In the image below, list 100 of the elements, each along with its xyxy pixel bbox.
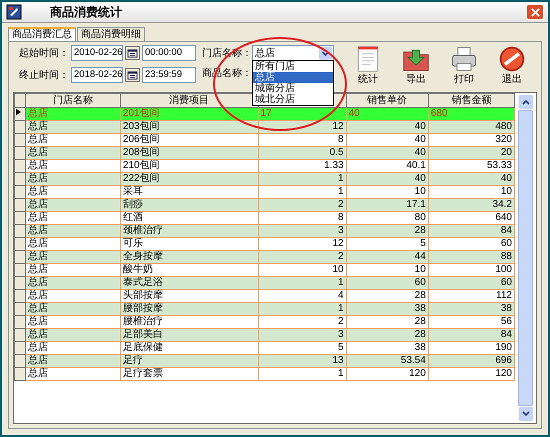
field-label: 起始时间：: [19, 46, 69, 60]
table-cell: 总店: [25, 120, 120, 134]
time-field[interactable]: 00:00:00: [142, 45, 196, 61]
table-cell: 680: [428, 108, 514, 120]
printer-icon: [450, 45, 478, 73]
table-cell: 总店: [25, 276, 120, 290]
toolbar-button[interactable]: 退出: [488, 45, 536, 86]
table-cell: 84: [428, 224, 514, 238]
field-label: 终止时间：: [19, 68, 69, 82]
table-cell: 1: [258, 276, 346, 290]
scroll-down-icon[interactable]: [518, 407, 532, 421]
table-cell: 全身按摩: [120, 250, 258, 264]
tab[interactable]: 商品消费明细: [77, 27, 145, 41]
scrollbar[interactable]: [518, 95, 533, 421]
table-cell: 480: [428, 120, 514, 134]
table-cell: 总店: [25, 146, 120, 160]
toolbar-button[interactable]: 统计: [344, 45, 392, 86]
date-field[interactable]: 2010-02-26: [71, 45, 123, 61]
column-header[interactable]: 销售金额: [428, 94, 514, 108]
table-cell: 总店: [25, 250, 120, 264]
table-row[interactable]: 总店 222包间 1 40 40: [14, 172, 514, 186]
table-cell: 44: [346, 250, 428, 264]
table-cell: 28: [346, 328, 428, 342]
table-cell: 刮痧: [120, 198, 258, 212]
table-cell: 1: [258, 368, 346, 380]
table-cell: 2: [258, 250, 346, 264]
table-cell: 88: [428, 250, 514, 264]
toolbar-button[interactable]: 打印: [440, 45, 488, 86]
store-dropdown[interactable]: 总店: [252, 45, 334, 61]
table-cell: 总店: [25, 354, 120, 368]
calendar-button[interactable]: [125, 68, 140, 82]
calendar-button[interactable]: [125, 46, 140, 60]
table-cell: 3: [258, 224, 346, 238]
table-cell: 1: [258, 172, 346, 186]
scroll-up-icon[interactable]: [518, 95, 532, 109]
table-cell: 696: [428, 354, 514, 368]
no-entry-icon: [498, 45, 526, 73]
table-cell: 20: [428, 146, 514, 160]
table-cell: 总店: [25, 328, 120, 342]
column-header[interactable]: 门店名称: [25, 94, 120, 108]
table-cell: 17.1: [346, 198, 428, 212]
table-row[interactable]: 总店 203包间 12 40 480: [14, 120, 514, 134]
table-row[interactable]: 总店 足疗套票 1 120 120: [14, 368, 514, 380]
table-cell: 腰部按摩: [120, 302, 258, 316]
table-cell: 40: [346, 120, 428, 134]
row-pointer-icon: [16, 108, 21, 116]
close-icon: [530, 8, 540, 16]
app-icon: [6, 4, 22, 20]
table-cell: 38: [428, 302, 514, 316]
table-cell: 3: [258, 328, 346, 342]
table-cell: 222包间: [120, 172, 258, 186]
date-field[interactable]: 2018-02-26: [71, 67, 123, 83]
table-row[interactable]: 总店 全身按摩 2 44 88: [14, 250, 514, 264]
table-cell: 203包间: [120, 120, 258, 134]
table-row[interactable]: 总店 刮痧 2 17.1 34.2: [14, 198, 514, 212]
close-button[interactable]: [526, 4, 544, 20]
table-row[interactable]: 总店 颈椎治疗 3 28 84: [14, 224, 514, 238]
table-cell: 53.54: [346, 354, 428, 368]
table-cell: 总店: [25, 302, 120, 316]
table-cell: 84: [428, 328, 514, 342]
table-cell: 40: [346, 146, 428, 160]
tab[interactable]: 商品消费汇总: [8, 27, 76, 41]
table-row[interactable]: 总店 208包间 0.5 40 20: [14, 146, 514, 160]
table-cell: 60: [428, 276, 514, 290]
table-cell: 总店: [25, 224, 120, 238]
table-cell: 总店: [25, 108, 120, 120]
dropdown-option[interactable]: 城南分店: [253, 83, 333, 94]
table-cell: 208包间: [120, 146, 258, 160]
table-cell: 颈椎治疗: [120, 224, 258, 238]
dropdown-option[interactable]: 总店: [253, 72, 333, 83]
column-header[interactable]: 销售单价: [346, 94, 428, 108]
table-cell: 38: [346, 302, 428, 316]
table-cell: 13: [258, 354, 346, 368]
table-row[interactable]: 总店 足部美白 3 28 84: [14, 328, 514, 342]
table-cell: 40: [346, 108, 428, 120]
toolbar-button[interactable]: 导出: [392, 45, 440, 86]
table-cell: 足疗套票: [120, 368, 258, 380]
window-title: 商品消费统计: [50, 4, 123, 20]
table-row[interactable]: 总店 泰式足浴 1 60 60: [14, 276, 514, 290]
table-cell: 120: [428, 368, 514, 380]
table-row[interactable]: 总店 201包间 17 40 680: [14, 108, 514, 120]
table-cell: 28: [346, 224, 428, 238]
table-cell: 足部美白: [120, 328, 258, 342]
dropdown-option[interactable]: 所有门店: [253, 61, 333, 72]
table-cell: 总店: [25, 368, 120, 380]
table-cell: 泰式足浴: [120, 276, 258, 290]
table-row[interactable]: 总店 足疗 13 53.54 696: [14, 354, 514, 368]
time-field[interactable]: 23:59:59: [142, 67, 196, 83]
table-cell: 0.5: [258, 146, 346, 160]
table-cell: 总店: [25, 198, 120, 212]
table-cell: 足疗: [120, 354, 258, 368]
table-cell: 40: [346, 172, 428, 186]
table-cell: 40: [428, 172, 514, 186]
table-cell: 120: [346, 368, 428, 380]
table-cell: 34.2: [428, 198, 514, 212]
table-cell: 1: [258, 302, 346, 316]
table-cell: 总店: [25, 172, 120, 186]
table-cell: 2: [258, 198, 346, 212]
table-row[interactable]: 总店 腰部按摩 1 38 38: [14, 302, 514, 316]
table-cell: 60: [346, 276, 428, 290]
